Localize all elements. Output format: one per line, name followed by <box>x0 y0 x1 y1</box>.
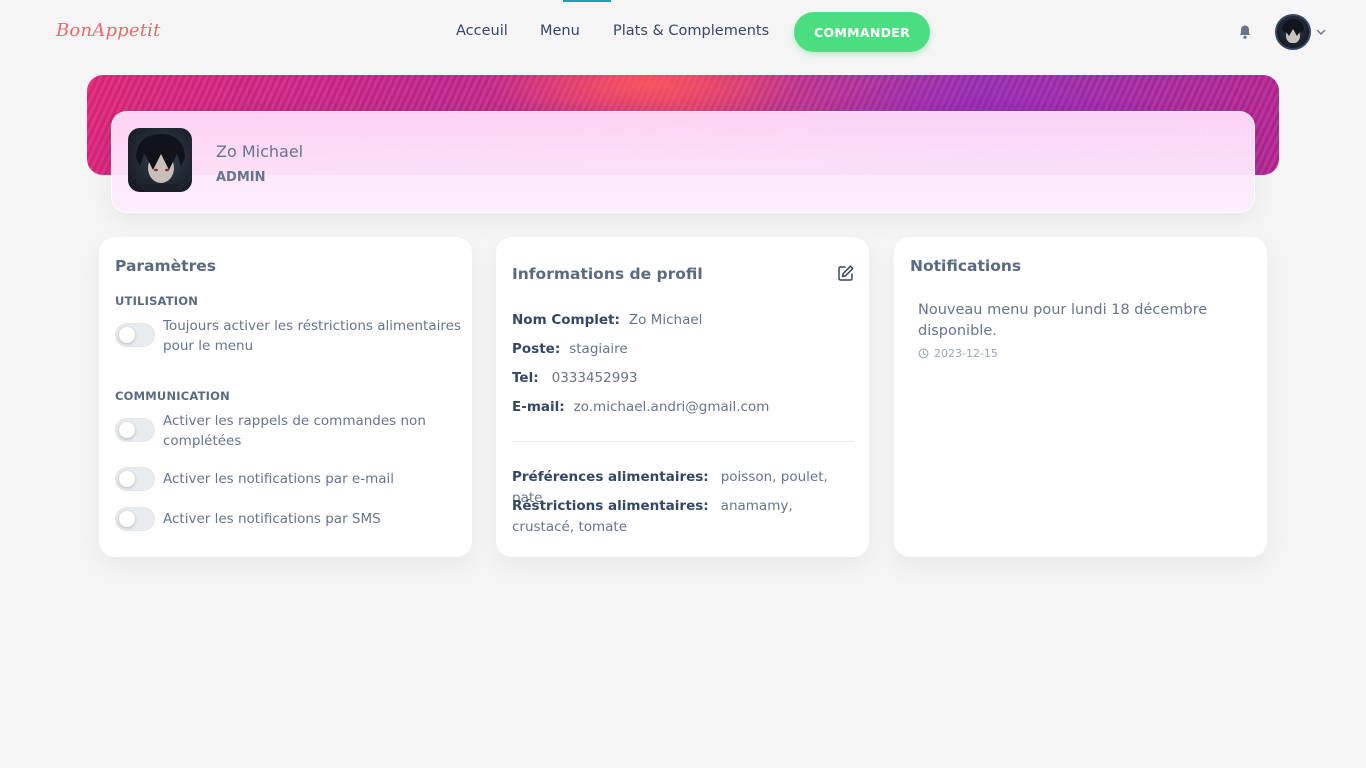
info-row-restrictions: Réstrictions alimentaires: anamamy, crust… <box>512 496 852 538</box>
profile-avatar <box>128 128 192 192</box>
info-key: Nom Complet: <box>512 312 620 328</box>
toggle-order-reminders-label: Activer les rappels de commandes non com… <box>163 413 426 449</box>
info-key: Tel: <box>512 370 539 386</box>
nav-link-plats[interactable]: Plats & Complements <box>613 23 769 39</box>
info-key: E-mail: <box>512 399 565 415</box>
notification-date-text: 2023-12-15 <box>934 347 998 360</box>
toggle-email-notifications-label: Activer les notifications par e-mail <box>163 471 395 487</box>
user-avatar[interactable] <box>1275 14 1311 50</box>
brand-logo[interactable]: BonAppetit <box>56 20 161 41</box>
communication-section-label: COMMUNICATION <box>115 389 230 403</box>
info-key: Réstrictions alimentaires: <box>512 498 709 514</box>
settings-title: Paramètres <box>115 257 216 275</box>
profile-header-card: Zo Michael ADMIN <box>111 111 1255 213</box>
avatar-portrait-icon <box>1282 19 1304 48</box>
clock-icon <box>918 348 929 359</box>
info-row-email: E-mail: zo.michael.andri@gmail.com <box>512 399 769 415</box>
info-key: Préférences alimentaires: <box>512 469 709 485</box>
info-value: 0333452993 <box>551 370 638 386</box>
info-value: stagiaire <box>569 341 628 357</box>
info-row-fullname: Nom Complet: Zo Michael <box>512 312 702 328</box>
toggle-dietary-restrictions[interactable] <box>115 323 155 347</box>
notification-date: 2023-12-15 <box>918 347 998 360</box>
toggle-order-reminders[interactable] <box>115 418 155 442</box>
bell-icon[interactable] <box>1237 24 1253 40</box>
nav-link-acceuil[interactable]: Acceuil <box>456 23 508 39</box>
chevron-down-icon[interactable] <box>1315 26 1327 38</box>
info-row-phone: Tel: 0333452993 <box>512 370 638 386</box>
profile-role: ADMIN <box>216 170 266 185</box>
top-navbar: BonAppetit Acceuil Menu Plats & Compleme… <box>0 0 1366 64</box>
toggle-dietary-restrictions-label: Toujours activer les réstrictions alimen… <box>163 318 461 354</box>
edit-icon[interactable] <box>837 264 855 282</box>
order-button[interactable]: COMMANDER <box>794 12 930 52</box>
active-nav-indicator <box>563 0 611 2</box>
nav-link-menu[interactable]: Menu <box>540 23 580 39</box>
notifications-card: Notifications Nouveau menu pour lundi 18… <box>894 237 1267 557</box>
info-row-position: Poste: stagiaire <box>512 341 628 357</box>
notifications-title: Notifications <box>910 257 1022 275</box>
info-value: zo.michael.andri@gmail.com <box>573 399 770 415</box>
usage-section-label: UTILISATION <box>115 294 199 308</box>
info-value: Zo Michael <box>628 312 703 328</box>
toggle-email-notifications[interactable] <box>115 467 155 491</box>
profile-info-card: Informations de profil Nom Complet: Zo Mi… <box>496 237 869 557</box>
notification-text[interactable]: Nouveau menu pour lundi 18 décembre disp… <box>918 300 1248 342</box>
settings-card: Paramètres UTILISATION Toujours activer … <box>99 237 472 557</box>
profile-info-title: Informations de profil <box>512 265 703 283</box>
profile-portrait-icon <box>136 134 185 192</box>
info-key: Poste: <box>512 341 561 357</box>
info-divider <box>512 441 854 442</box>
toggle-sms-notifications[interactable] <box>115 507 155 531</box>
profile-name: Zo Michael <box>216 142 304 161</box>
toggle-sms-notifications-label: Activer les notifications par SMS <box>163 511 381 527</box>
